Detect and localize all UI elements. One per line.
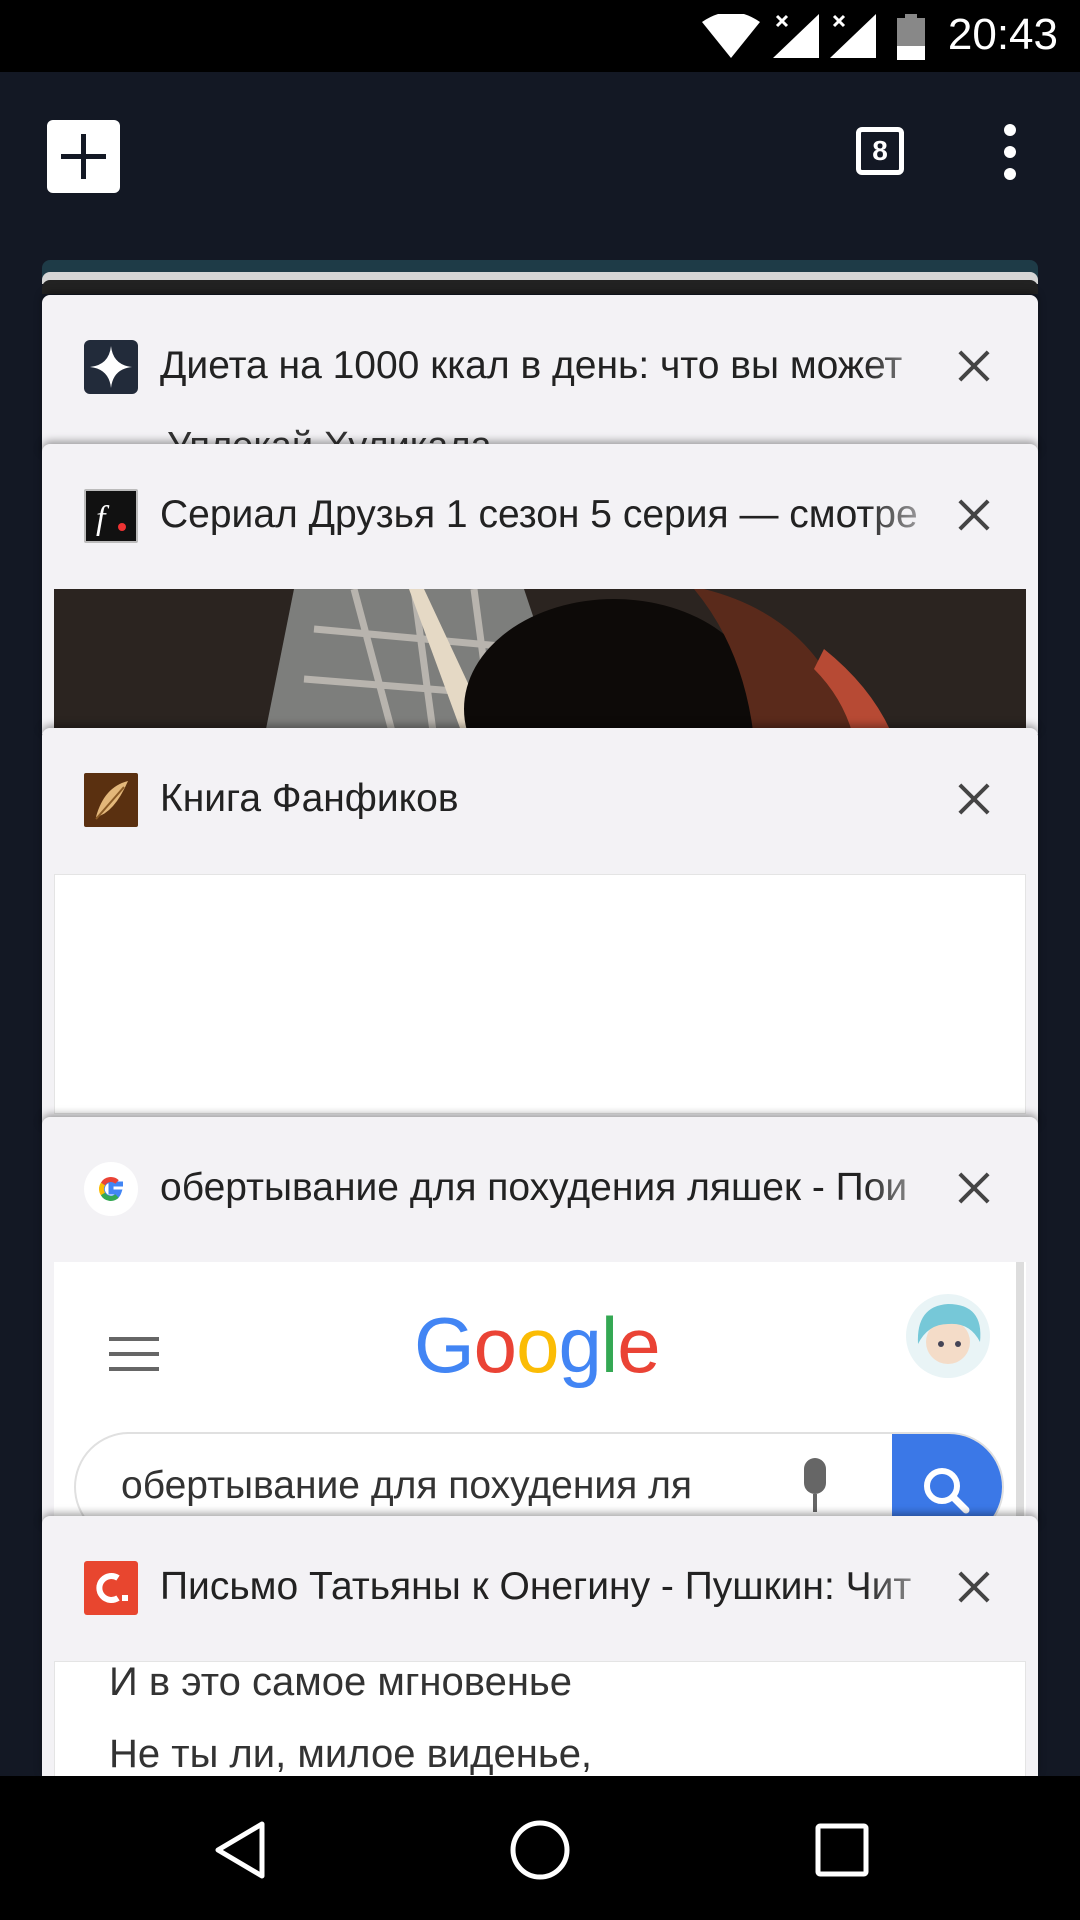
tab-preview-google: Google обертывание для похудения ля [54, 1262, 1026, 1527]
status-bar: 20:43 [0, 0, 1080, 72]
google-logo: Google [414, 1301, 661, 1389]
tab-card-header: f Сериал Друзья 1 сезон 5 серия — смотре [42, 444, 1038, 586]
battery-icon [897, 14, 925, 60]
close-tab-icon[interactable] [948, 1163, 998, 1213]
google-g-icon [84, 1162, 138, 1216]
c-logo-icon [84, 1561, 138, 1615]
status-time: 20:43 [947, 10, 1058, 59]
tab-card-header: Книга Фанфиков [42, 728, 1038, 870]
navigation-bar [0, 1776, 1080, 1920]
close-tab-icon[interactable] [948, 341, 998, 391]
tab-card-pushkin[interactable]: Письмо Татьяны к Онегину - Пушкин: Чит И… [42, 1516, 1038, 1776]
svg-text:f: f [96, 500, 110, 537]
tab-card-header: обертывание для похудения ляшек - Пои [42, 1117, 1038, 1259]
tab-switcher-toolbar: 8 [0, 72, 1080, 232]
tab-card-google[interactable]: обертывание для похудения ляшек - Пои Go… [42, 1117, 1038, 1527]
back-icon[interactable] [210, 1820, 270, 1880]
close-tab-icon[interactable] [948, 774, 998, 824]
recents-icon[interactable] [814, 1822, 870, 1878]
zen-star-icon [84, 340, 138, 394]
poem-line: Не ты ли, милое виденье, [109, 1732, 593, 1776]
tab-card-friends[interactable]: f Сериал Друзья 1 сезон 5 серия — смотре [42, 444, 1038, 734]
microphone-icon[interactable] [796, 1458, 836, 1514]
wifi-icon [702, 14, 760, 58]
tab-title: обертывание для похудения ляшек - Пои [160, 1166, 908, 1209]
more-options-icon[interactable] [994, 124, 1026, 180]
f-logo-icon: f [84, 489, 138, 543]
poem-line: И в это самое мгновенье [109, 1661, 572, 1704]
tab-preview-video [54, 589, 1026, 734]
tab-title: Сериал Друзья 1 сезон 5 серия — смотре [160, 493, 918, 536]
scrollbar[interactable] [1016, 1262, 1024, 1527]
home-icon[interactable] [508, 1818, 572, 1882]
tab-title: Книга Фанфиков [160, 777, 459, 820]
new-tab-button[interactable] [47, 120, 120, 193]
close-tab-icon[interactable] [948, 490, 998, 540]
signal-icon-2 [830, 14, 876, 58]
tab-preview-poem: И в это самое мгновенье Не ты ли, милое … [54, 1661, 1026, 1776]
close-tab-icon[interactable] [948, 1562, 998, 1612]
feather-icon [84, 773, 138, 827]
tab-preview-blank [54, 874, 1026, 1114]
tab-card-fanfiction[interactable]: Книга Фанфиков [42, 728, 1038, 1128]
tab-card-header: Диета на 1000 ккал в день: что вы может [42, 295, 1038, 437]
tab-title: Диета на 1000 ккал в день: что вы может [160, 344, 903, 387]
avatar[interactable] [906, 1294, 990, 1378]
tab-card-header: Письмо Татьяны к Онегину - Пушкин: Чит [42, 1516, 1038, 1658]
tab-title: Письмо Татьяны к Онегину - Пушкин: Чит [160, 1565, 912, 1608]
tab-card-diet[interactable]: Диета на 1000 ккал в день: что вы может … [42, 295, 1038, 455]
tab-count-button[interactable]: 8 [856, 127, 904, 175]
hamburger-menu-icon [109, 1337, 159, 1371]
search-input[interactable]: обертывание для похудения ля [121, 1464, 721, 1508]
signal-icon [773, 14, 819, 58]
search-icon [924, 1468, 970, 1514]
search-button[interactable] [892, 1434, 1002, 1527]
stacked-tab-edge-3 [42, 280, 1038, 294]
google-search-box[interactable]: обертывание для похудения ля [74, 1432, 1004, 1527]
